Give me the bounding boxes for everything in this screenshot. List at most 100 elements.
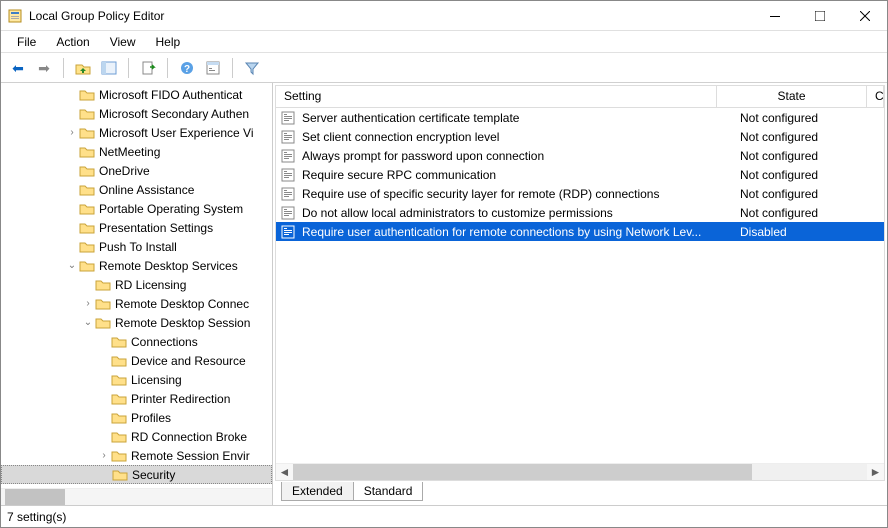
tree-item-label: Push To Install (99, 240, 177, 254)
menu-file[interactable]: File (9, 33, 44, 51)
tree-scroll[interactable]: Microsoft FIDO AuthenticatMicrosoft Seco… (1, 83, 272, 488)
folder-icon (111, 372, 127, 388)
folder-icon (111, 410, 127, 426)
tree-item[interactable]: Connections (1, 332, 272, 351)
setting-icon (280, 110, 296, 126)
column-state[interactable]: State (717, 86, 867, 107)
show-hide-tree-button[interactable] (98, 57, 120, 79)
tree-item[interactable]: Profiles (1, 408, 272, 427)
tree-item-label: NetMeeting (99, 145, 160, 159)
setting-row[interactable]: Do not allow local administrators to cus… (276, 203, 884, 222)
tree-item-label: Remote Desktop Services (99, 259, 238, 273)
column-more[interactable]: C (867, 86, 884, 107)
properties-button[interactable] (202, 57, 224, 79)
tree-item-label: Device and Resource (131, 354, 246, 368)
settings-list[interactable]: Server authentication certificate templa… (276, 108, 884, 463)
scroll-right-icon[interactable]: ► (867, 464, 884, 481)
tree-item[interactable]: Microsoft Secondary Authen (1, 104, 272, 123)
setting-icon (280, 167, 296, 183)
folder-icon (111, 429, 127, 445)
tree-item-label: RD Licensing (115, 278, 186, 292)
view-tabs: Extended Standard (273, 483, 887, 505)
expander-closed-icon[interactable]: › (81, 297, 95, 311)
list-hscrollbar[interactable]: ◄ ► (276, 463, 884, 480)
menu-action[interactable]: Action (48, 33, 97, 51)
tree-item[interactable]: ⌄ Remote Desktop Services (1, 256, 272, 275)
setting-name: Do not allow local administrators to cus… (296, 206, 734, 220)
tree-item-label: Printer Redirection (131, 392, 230, 406)
close-button[interactable] (842, 1, 887, 31)
setting-name: Require user authentication for remote c… (296, 225, 734, 239)
expander-closed-icon[interactable]: › (65, 126, 79, 140)
menu-help[interactable]: Help (148, 33, 189, 51)
up-one-level-button[interactable] (72, 57, 94, 79)
folder-icon (111, 448, 127, 464)
list-header: Setting State C (276, 86, 884, 108)
tree-item[interactable]: › Remote Desktop Connec (1, 294, 272, 313)
tree-item[interactable]: Licensing (1, 370, 272, 389)
statusbar: 7 setting(s) (1, 505, 887, 527)
tree-item[interactable]: Push To Install (1, 237, 272, 256)
folder-icon (79, 201, 95, 217)
tree-item[interactable]: Printer Redirection (1, 389, 272, 408)
tree-item[interactable]: Portable Operating System (1, 199, 272, 218)
back-button[interactable]: ⬅ (7, 57, 29, 79)
tree-item-label: Presentation Settings (99, 221, 213, 235)
expander-closed-icon[interactable]: › (97, 449, 111, 463)
tree-item[interactable]: Presentation Settings (1, 218, 272, 237)
tree-item[interactable]: ⌄ Remote Desktop Session (1, 313, 272, 332)
filter-button[interactable] (241, 57, 263, 79)
tree-item[interactable]: NetMeeting (1, 142, 272, 161)
export-list-button[interactable] (137, 57, 159, 79)
tree-item-label: Remote Desktop Session (115, 316, 250, 330)
policy-tree[interactable]: Microsoft FIDO AuthenticatMicrosoft Seco… (1, 83, 272, 488)
tree-item[interactable]: OneDrive (1, 161, 272, 180)
tree-item[interactable]: Security (1, 465, 272, 484)
column-setting[interactable]: Setting (276, 86, 717, 107)
toolbar-separator (167, 58, 168, 78)
folder-icon (111, 391, 127, 407)
folder-icon (79, 258, 95, 274)
setting-row[interactable]: Always prompt for password upon connecti… (276, 146, 884, 165)
folder-icon (79, 220, 95, 236)
folder-icon (79, 87, 95, 103)
tree-item-label: Microsoft User Experience Vi (99, 126, 254, 140)
setting-row[interactable]: Require use of specific security layer f… (276, 184, 884, 203)
minimize-button[interactable] (752, 1, 797, 31)
setting-icon (280, 205, 296, 221)
setting-row[interactable]: Require user authentication for remote c… (276, 222, 884, 241)
folder-icon (112, 467, 128, 483)
tree-item[interactable]: RD Connection Broke (1, 427, 272, 446)
forward-button[interactable]: ➡ (33, 57, 55, 79)
maximize-button[interactable] (797, 1, 842, 31)
toolbar: ⬅ ➡ ? (1, 53, 887, 83)
tab-standard[interactable]: Standard (354, 482, 424, 501)
tree-item[interactable]: › Microsoft User Experience Vi (1, 123, 272, 142)
setting-row[interactable]: Require secure RPC communicationNot conf… (276, 165, 884, 184)
setting-row[interactable]: Set client connection encryption levelNo… (276, 127, 884, 146)
tree-item-label: Security (132, 468, 175, 482)
setting-icon (280, 148, 296, 164)
tab-extended[interactable]: Extended (281, 482, 354, 501)
folder-icon (95, 315, 111, 331)
help-button[interactable]: ? (176, 57, 198, 79)
setting-name: Server authentication certificate templa… (296, 111, 734, 125)
tree-item[interactable]: Microsoft FIDO Authenticat (1, 85, 272, 104)
folder-icon (79, 144, 95, 160)
tree-item[interactable]: Online Assistance (1, 180, 272, 199)
setting-state: Not configured (734, 168, 884, 182)
tree-item-label: RD Connection Broke (131, 430, 247, 444)
scroll-left-icon[interactable]: ◄ (276, 464, 293, 481)
tree-item[interactable]: ›Remote Session Envir (1, 446, 272, 465)
tree-item[interactable]: Device and Resource (1, 351, 272, 370)
expander-open-icon[interactable]: ⌄ (81, 316, 95, 330)
setting-row[interactable]: Server authentication certificate templa… (276, 108, 884, 127)
menubar: File Action View Help (1, 31, 887, 53)
folder-icon (79, 106, 95, 122)
tree-item[interactable]: RD Licensing (1, 275, 272, 294)
menu-view[interactable]: View (102, 33, 144, 51)
tree-hscrollbar[interactable] (1, 488, 272, 505)
tree-item-label: Remote Desktop Connec (115, 297, 249, 311)
expander-open-icon[interactable]: ⌄ (65, 259, 79, 273)
toolbar-separator (128, 58, 129, 78)
